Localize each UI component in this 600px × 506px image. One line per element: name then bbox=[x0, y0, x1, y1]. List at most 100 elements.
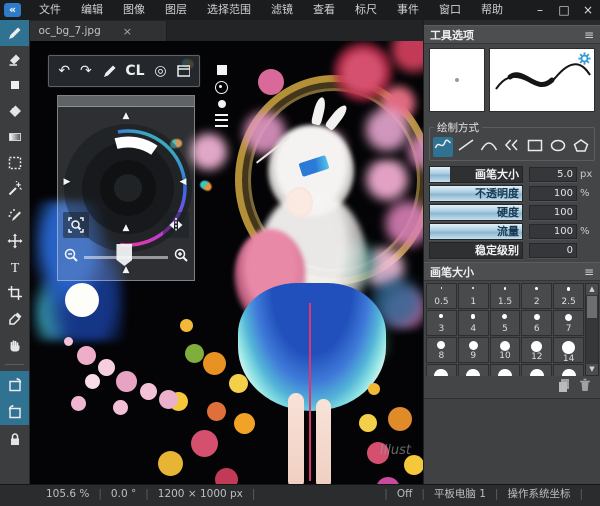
text-tool-icon[interactable]: T bbox=[0, 254, 29, 280]
draw-mode-polygon-icon[interactable] bbox=[571, 137, 591, 157]
layout-icon[interactable] bbox=[176, 63, 192, 80]
magic-wand-tool-icon[interactable] bbox=[0, 176, 29, 202]
slider-value-input[interactable]: 100 bbox=[529, 205, 577, 220]
shape-brush-tool-icon[interactable] bbox=[0, 72, 29, 98]
pen-tool-icon[interactable] bbox=[0, 20, 30, 46]
delete-brush-icon[interactable] bbox=[577, 377, 592, 395]
brush-size-cell-clipped[interactable] bbox=[489, 364, 521, 376]
mini-target-icon[interactable] bbox=[215, 81, 229, 94]
brush-size-cell[interactable]: 5 bbox=[489, 310, 521, 336]
coordinate-mode[interactable]: 操作系统坐标 bbox=[507, 486, 570, 501]
brush-size-cell[interactable]: 14 bbox=[553, 337, 584, 363]
move-tool-icon[interactable] bbox=[0, 228, 29, 254]
brush-size-cell[interactable]: 1 bbox=[457, 283, 489, 309]
draw-mode-line-icon[interactable] bbox=[456, 137, 476, 157]
canvas-size[interactable]: 1200 × 1000 px bbox=[158, 488, 243, 500]
brush-tip-preview[interactable] bbox=[429, 48, 485, 112]
nav-mid-arrow[interactable]: ▲ bbox=[122, 224, 129, 233]
zoom-in-button[interactable] bbox=[170, 244, 192, 266]
draw-mode-freehand-icon[interactable] bbox=[433, 137, 453, 157]
brush-size-cell-clipped[interactable] bbox=[426, 364, 457, 376]
mini-square-icon[interactable] bbox=[216, 65, 227, 75]
rotation-angle[interactable]: 0.0 ° bbox=[111, 488, 136, 500]
slider-value-input[interactable]: 100 bbox=[529, 186, 577, 201]
tablet-mode[interactable]: 平板电脑 1 bbox=[434, 486, 486, 501]
draw-mode-rect-icon[interactable] bbox=[525, 137, 545, 157]
mini-menu-icon[interactable] bbox=[215, 114, 229, 127]
scroll-down-icon[interactable]: ▼ bbox=[586, 364, 598, 375]
slider-value-input[interactable]: 100 bbox=[529, 224, 577, 239]
canvas[interactable]: Illust ↶ ↷ CL ◎ ▲ ▶ ◀ ▲ ▲ bbox=[30, 41, 423, 484]
menu-item-1[interactable]: 编辑 bbox=[71, 0, 113, 20]
slider-track[interactable]: 稳定级别 bbox=[429, 242, 523, 259]
lock-tool-icon[interactable] bbox=[0, 425, 29, 452]
brush-size-cell[interactable]: 3 bbox=[426, 310, 457, 336]
menu-item-5[interactable]: 滤镜 bbox=[261, 0, 303, 20]
undo-icon[interactable]: ↶ bbox=[58, 64, 70, 78]
brush-size-cell-clipped[interactable] bbox=[521, 364, 553, 376]
eraser-tool-icon[interactable] bbox=[0, 46, 29, 72]
brush-size-cell[interactable]: 8 bbox=[426, 337, 457, 363]
pen-pressure-status[interactable]: Off bbox=[397, 488, 413, 500]
brush-size-cell[interactable]: 2 bbox=[521, 283, 553, 309]
tab-close-icon[interactable]: × bbox=[123, 25, 132, 38]
nav-left-arrow[interactable]: ▶ bbox=[63, 178, 70, 187]
menu-item-9[interactable]: 窗口 bbox=[429, 0, 471, 20]
slider-value-input[interactable]: 5.0 bbox=[529, 167, 577, 182]
pen-quick-icon[interactable] bbox=[102, 63, 116, 80]
menu-item-0[interactable]: 文件 bbox=[29, 0, 71, 20]
minimize-button[interactable]: – bbox=[528, 0, 552, 20]
menu-item-2[interactable]: 图像 bbox=[113, 0, 155, 20]
scroll-up-icon[interactable]: ▲ bbox=[586, 284, 598, 295]
brush-size-cell[interactable]: 12 bbox=[521, 337, 553, 363]
duplicate-brush-icon[interactable] bbox=[556, 377, 571, 395]
brush-size-cell[interactable]: 0.5 bbox=[426, 283, 457, 309]
brush-size-cell-clipped[interactable] bbox=[553, 364, 584, 376]
bucket-fill-tool-icon[interactable] bbox=[0, 98, 29, 124]
zoom-out-button[interactable] bbox=[60, 244, 82, 266]
slider-track[interactable]: 硬度 bbox=[429, 204, 523, 221]
mini-dot-icon[interactable] bbox=[217, 100, 226, 108]
hand-tool-icon[interactable] bbox=[0, 332, 29, 358]
eyedropper-tool-icon[interactable] bbox=[0, 306, 29, 332]
view-rotate-right-tool-icon[interactable] bbox=[0, 398, 30, 425]
view-rotate-left-tool-icon[interactable] bbox=[0, 371, 30, 398]
slider-track[interactable]: 画笔大小 bbox=[429, 166, 523, 183]
nav-bottom-arrow[interactable]: ▲ bbox=[122, 266, 129, 275]
brush-size-cell[interactable]: 2.5 bbox=[553, 283, 584, 309]
crop-tool-icon[interactable] bbox=[0, 280, 29, 306]
maximize-button[interactable]: □ bbox=[552, 0, 576, 20]
document-tab[interactable]: oc_bg_7.jpg × bbox=[30, 21, 168, 41]
draw-mode-ellipse-icon[interactable] bbox=[548, 137, 568, 157]
slider-track[interactable]: 不透明度 bbox=[429, 185, 523, 202]
close-button[interactable]: × bbox=[576, 0, 600, 20]
menu-item-4[interactable]: 选择范围 bbox=[197, 0, 261, 20]
brush-scrollbar[interactable]: ▲ ▼ bbox=[585, 283, 599, 376]
gradient-tool-icon[interactable] bbox=[0, 124, 29, 150]
menu-item-7[interactable]: 标尺 bbox=[345, 0, 387, 20]
brush-size-cell[interactable]: 1.5 bbox=[489, 283, 521, 309]
brush-size-cell[interactable]: 4 bbox=[457, 310, 489, 336]
gear-icon[interactable] bbox=[577, 51, 592, 66]
brush-size-cell[interactable]: 6 bbox=[521, 310, 553, 336]
slider-value-input[interactable]: 0 bbox=[529, 243, 577, 258]
menu-item-3[interactable]: 图层 bbox=[155, 0, 197, 20]
zoom-fit-button[interactable] bbox=[63, 212, 90, 238]
panel-menu-icon[interactable]: ≡ bbox=[584, 265, 594, 279]
brush-size-cell[interactable]: 9 bbox=[457, 337, 489, 363]
rect-select-tool-icon[interactable] bbox=[0, 150, 29, 176]
brush-size-cell-clipped[interactable] bbox=[457, 364, 489, 376]
draw-mode-polyline-icon[interactable] bbox=[502, 137, 522, 157]
brush-stroke-preview[interactable] bbox=[489, 48, 595, 112]
brush-size-cell[interactable]: 7 bbox=[553, 310, 584, 336]
menu-item-6[interactable]: 查看 bbox=[303, 0, 345, 20]
scroll-thumb[interactable] bbox=[587, 296, 597, 318]
panel-menu-icon[interactable]: ≡ bbox=[584, 28, 594, 42]
zoom-level[interactable]: 105.6 % bbox=[46, 488, 89, 500]
flip-view-button[interactable] bbox=[163, 212, 190, 238]
brush-size-cell[interactable]: 10 bbox=[489, 337, 521, 363]
slider-track[interactable]: 流量 bbox=[429, 223, 523, 240]
menu-item-10[interactable]: 帮助 bbox=[471, 0, 513, 20]
cl-button[interactable]: CL bbox=[125, 64, 144, 78]
nav-right-arrow[interactable]: ◀ bbox=[179, 178, 186, 187]
